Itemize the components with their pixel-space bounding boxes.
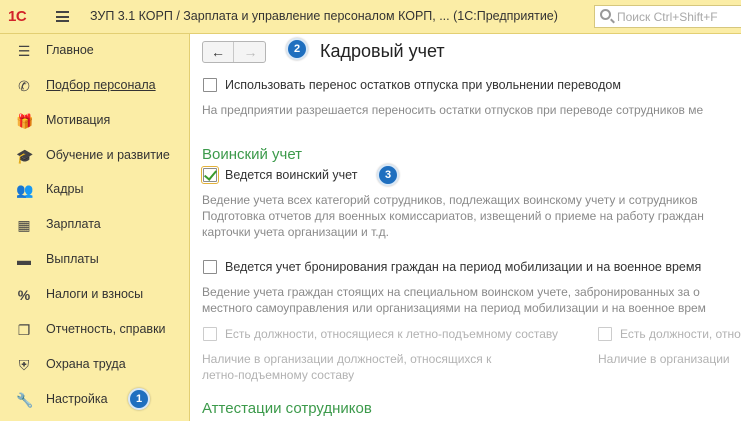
callout-badge-2: 2 [286,38,308,60]
page-title: Кадровый учет [320,41,445,61]
app-window: 1С ЗУП 3.1 КОРП / Зарплата и управление … [0,0,741,421]
back-arrow-icon[interactable]: ← [203,42,234,62]
wrench-icon: 🔧 [16,392,34,408]
reservation-label: Ведется учет бронирования граждан на пер… [225,260,702,274]
flight-crew-label-2: Есть должности, относящиеся [620,327,741,341]
sidebar-item-main[interactable]: ☰ Главное [0,36,189,66]
callout-badge-3: 3 [377,164,399,186]
military-records-label: Ведется воинский учет [225,168,358,182]
banknote-icon: ▬ [17,252,31,268]
search-box[interactable] [594,5,741,28]
flight-crew-checkbox-2[interactable] [598,327,612,341]
callout-badge-1: 1 [128,388,150,410]
flight-crew-description-2: Наличие в организации [598,352,730,366]
sidebar-item-hr[interactable]: 👥 Кадры [0,175,189,205]
sidebar-item-label: Зарплата [46,217,101,231]
main-content: ← → Кадровый учет Использовать перенос о… [190,34,741,421]
sidebar-item-label: Налоги и взносы [46,287,144,301]
flight-crew-description-1b: летно-подъемному составу [202,368,355,382]
main-menu-icon[interactable] [56,11,69,22]
sidebar-item-label: Кадры [46,182,84,196]
sidebar-item-motivation[interactable]: 🎁 Мотивация [0,106,189,136]
flight-crew-label-1: Есть должности, относящиеся к летно-подъ… [225,327,559,341]
sidebar-item-payments[interactable]: ▬ Выплаты [0,245,189,275]
gift-icon: 🎁 [16,113,34,129]
reservation-checkbox[interactable] [203,260,217,274]
sidebar-item-label: Отчетность, справки [46,322,166,336]
transfer-vacation-label: Использовать перенос остатков отпуска пр… [225,78,621,92]
menu-lines-icon: ☰ [17,43,31,59]
shield-icon: ⛨ [18,357,30,373]
flight-crew-checkbox-1[interactable] [203,327,217,341]
military-description-line-1: Ведение учета всех категорий сотрудников… [202,193,698,207]
sidebar: ☰ Главное ✆ Подбор персонала 🎁 Мотивация… [0,34,190,421]
people-icon: 👥 [16,182,34,198]
documents-icon: ❐ [17,322,31,338]
sidebar-item-training[interactable]: 🎓 Обучение и развитие [0,141,189,171]
sidebar-item-safety[interactable]: ⛨ Охрана труда [0,350,189,380]
app-title: ЗУП 3.1 КОРП / Зарплата и управление пер… [90,9,558,23]
sidebar-item-label: Охрана труда [46,357,126,371]
percent-icon: % [17,287,31,303]
history-nav: ← → [202,41,266,63]
sidebar-item-label: Настройка [46,392,108,406]
reservation-description-line-1: Ведение учета граждан стоящих на специал… [202,285,700,299]
sidebar-item-settings[interactable]: 🔧 Настройка [0,385,189,415]
sidebar-item-label: Подбор персонала [46,78,156,92]
military-description-line-2: Подготовка отчетов для военных комиссари… [202,209,704,223]
sidebar-item-salary[interactable]: ▦ Зарплата [0,210,189,240]
calculator-icon: ▦ [17,217,31,233]
phone-icon: ✆ [18,78,30,94]
sidebar-item-label: Мотивация [46,113,111,127]
graduation-cap-icon: 🎓 [16,148,34,164]
reservation-description-line-2: местного самоуправления или организациям… [202,301,706,315]
sidebar-item-reports[interactable]: ❐ Отчетность, справки [0,315,189,345]
sidebar-item-label: Выплаты [46,252,99,266]
military-records-checkbox[interactable] [201,166,219,184]
military-section-heading: Воинский учет [202,146,303,163]
sidebar-item-label: Обучение и развитие [46,148,170,162]
military-description-line-3: карточки учета организации и т.д. [202,225,389,239]
forward-arrow-icon[interactable]: → [235,42,266,62]
title-bar: 1С ЗУП 3.1 КОРП / Зарплата и управление … [0,0,741,34]
1c-logo: 1С [8,8,27,25]
sidebar-item-recruitment[interactable]: ✆ Подбор персонала [0,71,189,101]
flight-crew-description-1a: Наличие в организации должностей, относя… [202,352,492,366]
search-icon [600,9,611,20]
transfer-vacation-description: На предприятии разрешается переносить ос… [202,103,704,117]
attestation-section-heading: Аттестации сотрудников [202,400,372,417]
sidebar-item-label: Главное [46,43,94,57]
sidebar-item-taxes[interactable]: % Налоги и взносы [0,280,189,310]
transfer-vacation-checkbox[interactable] [203,78,217,92]
search-input[interactable] [617,8,741,25]
